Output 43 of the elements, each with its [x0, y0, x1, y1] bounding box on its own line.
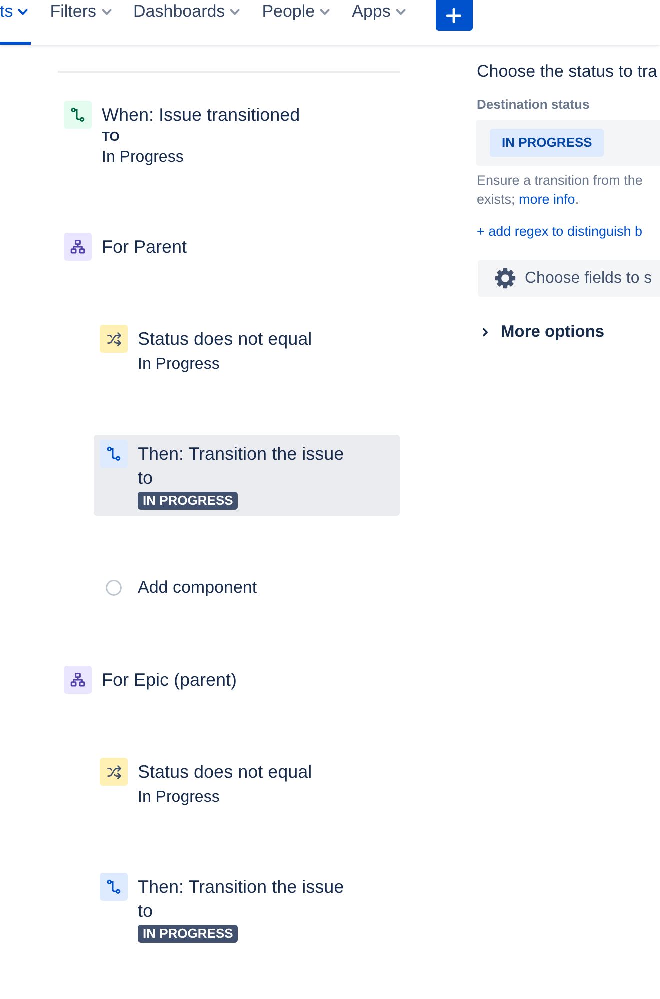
status-lozenge: IN PROGRESS: [490, 129, 604, 157]
route-icon: [100, 873, 128, 901]
status-text: In Progress: [138, 788, 220, 808]
chevron-down-icon: [230, 9, 240, 16]
status-text: In Progress: [138, 355, 220, 375]
chevron-down-icon: [18, 9, 28, 16]
component-title: Status does not equal: [138, 761, 312, 784]
more-options-button[interactable]: More options: [479, 321, 605, 343]
status-text: In Progress: [102, 148, 184, 168]
create-button[interactable]: [436, 0, 473, 31]
chevron-down-icon: [320, 9, 330, 16]
add-regex-link[interactable]: + add regex to distinguish b: [477, 222, 642, 241]
route-icon: [64, 101, 92, 129]
hierarchy-icon: [64, 233, 92, 261]
status-select-field[interactable]: IN PROGRESS: [476, 120, 660, 166]
field-label: TO: [102, 128, 120, 146]
hierarchy-icon: [64, 666, 92, 694]
status-lozenge: IN PROGRESS: [138, 925, 238, 943]
panel-heading: Choose the status to tra: [477, 61, 658, 83]
component-title: For Parent: [102, 236, 188, 259]
shuffle-icon: [100, 325, 128, 353]
component-card[interactable]: Then: Transition the issue to IN PROGRESS: [94, 435, 400, 516]
component-title: When: Issue transitioned: [102, 104, 300, 127]
shuffle-icon: [100, 758, 128, 786]
component-title: Then: Transition the issue to: [138, 876, 346, 923]
ring-icon: [106, 580, 122, 596]
nav-menu-item[interactable]: Dashboards: [134, 0, 244, 45]
settings-icon: [495, 268, 516, 289]
nav-menu-item[interactable]: ts: [0, 0, 32, 45]
component-title: Then: Transition the issue to: [138, 443, 346, 490]
field-label: Destination status: [477, 96, 590, 114]
component-title: Status does not equal: [138, 328, 312, 351]
hint-text: Ensure a transition from the exists; more info.: [477, 172, 643, 209]
route-icon: [100, 440, 128, 468]
nav-menu-item[interactable]: Apps: [352, 0, 409, 45]
nav-menu-item[interactable]: People: [262, 0, 334, 45]
component-title: For Epic (parent): [102, 669, 238, 692]
status-lozenge: IN PROGRESS: [138, 492, 238, 510]
chevron-down-icon: [396, 9, 406, 16]
nav-menu-item[interactable]: Filters: [50, 0, 115, 45]
more-info-link[interactable]: more info: [519, 192, 576, 207]
choose-fields-button[interactable]: Choose fields to s: [478, 260, 660, 297]
chevron-down-icon: [102, 9, 112, 16]
